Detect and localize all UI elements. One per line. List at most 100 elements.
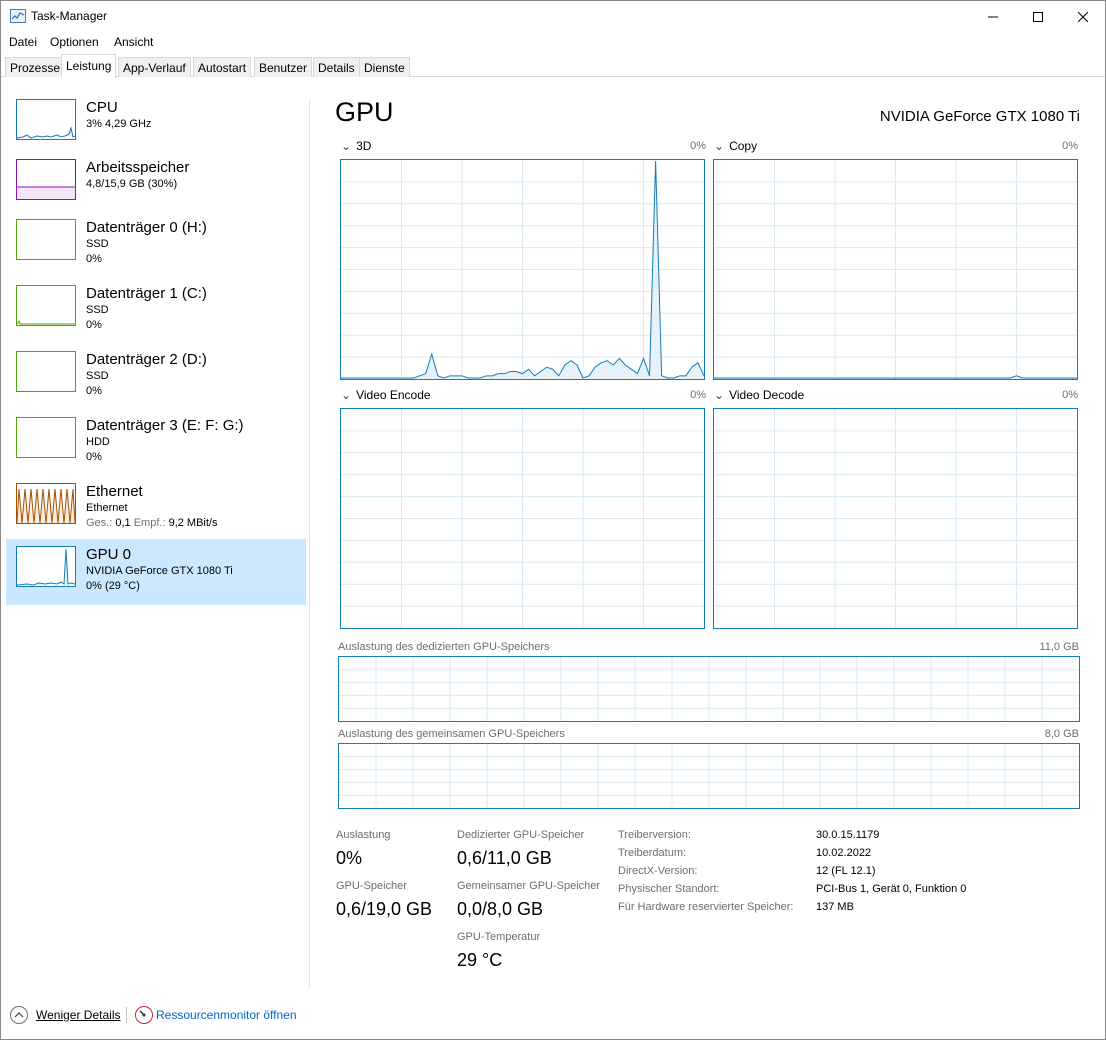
engine-selector-video-encode[interactable]: ⌄ Video Encode	[341, 388, 431, 402]
sidebar-item-name: Datenträger 3 (E: F: G:)	[86, 417, 244, 434]
tab-prozesse[interactable]: Prozesse	[5, 57, 66, 77]
task-manager-icon	[10, 9, 26, 23]
tab-autostart[interactable]: Autostart	[193, 57, 252, 77]
driver-date-key: Treiberdatum:	[618, 847, 687, 859]
sidebar-item-name: Datenträger 2 (D:)	[86, 351, 207, 368]
sidebar-item-detail: SSD	[86, 238, 109, 250]
shared-memory-stat-value: 0,0/8,0 GB	[457, 899, 544, 919]
engine-label: Video Encode	[356, 388, 431, 402]
menu-optionen[interactable]: Optionen	[50, 35, 99, 49]
graph-video-encode	[340, 408, 705, 629]
open-resource-monitor-link[interactable]: Ressourcenmonitor öffnen	[156, 1008, 297, 1022]
memory-graph-icon	[16, 159, 76, 200]
tab-leistung[interactable]: Leistung	[61, 54, 117, 78]
footer: Weniger Details Ressourcenmonitor öffnen	[1, 1001, 1105, 1031]
graph-shared-svg	[339, 744, 1079, 808]
tab-benutzer[interactable]: Benutzer	[254, 57, 313, 77]
disk-graph-icon	[16, 351, 76, 392]
engine-label: 3D	[356, 139, 372, 153]
tab-details[interactable]: Details	[313, 57, 360, 77]
sidebar-item-name: GPU 0	[86, 546, 132, 563]
resource-monitor-icon[interactable]	[135, 1006, 153, 1024]
dedicated-memory-max: 11,0 GB	[1039, 641, 1079, 653]
chevron-down-icon: ⌄	[714, 139, 725, 153]
collapse-icon[interactable]	[10, 1006, 28, 1024]
footer-divider	[126, 1007, 127, 1023]
graph-encode-svg	[341, 409, 704, 628]
dedicated-memory-stat-value: 0,6/11,0 GB	[457, 848, 552, 868]
sidebar-item-detail: SSD	[86, 304, 109, 316]
shared-memory-max: 8,0 GB	[1044, 728, 1079, 740]
directx-version-key: DirectX-Version:	[618, 865, 698, 877]
graph-copy	[713, 159, 1078, 380]
sidebar-divider	[309, 98, 310, 988]
reserved-memory-key: Für Hardware reservierter Speicher:	[618, 901, 794, 913]
sidebar-item-detail: 3% 4,29 GHz	[86, 118, 152, 130]
sidebar-item-name: CPU	[86, 99, 118, 116]
chevron-down-icon: ⌄	[341, 388, 352, 402]
engine-percent: 0%	[1062, 140, 1078, 152]
physical-location-value: PCI-Bus 1, Gerät 0, Funktion 0	[816, 883, 967, 895]
tab-bar: Prozesse Leistung App-Verlauf Autostart …	[1, 54, 1105, 78]
engine-label: Video Decode	[729, 388, 805, 402]
engine-selector-3d[interactable]: ⌄ 3D	[341, 139, 371, 153]
engine-percent: 0%	[1062, 389, 1078, 401]
engine-percent: 0%	[690, 140, 706, 152]
chevron-down-icon: ⌄	[341, 139, 352, 153]
graph-3d	[340, 159, 705, 380]
sidebar-item-disk-0[interactable]: Datenträger 0 (H:) SSD 0%	[6, 212, 306, 278]
utilization-label: Auslastung	[336, 829, 391, 841]
sidebar-item-ethernet[interactable]: Ethernet Ethernet Ges.: 0,1 Empf.: 9,2 M…	[6, 476, 306, 542]
less-details-link[interactable]: Weniger Details	[36, 1008, 120, 1022]
shared-memory-stat-label: Gemeinsamer GPU-Speicher	[457, 880, 601, 892]
sidebar-item-disk-2[interactable]: Datenträger 2 (D:) SSD 0%	[6, 344, 306, 410]
sidebar-item-disk-1[interactable]: Datenträger 1 (C:) SSD 0%	[6, 278, 306, 344]
receive-label: Empf.:	[133, 517, 166, 529]
sidebar-item-detail: Ethernet	[86, 502, 128, 514]
menu-ansicht[interactable]: Ansicht	[114, 35, 153, 49]
sidebar-item-detail: SSD	[86, 370, 109, 382]
close-button[interactable]	[1060, 1, 1106, 32]
cpu-graph-icon	[16, 99, 76, 140]
sidebar-item-usage: 0%	[86, 253, 102, 265]
menu-datei[interactable]: Datei	[9, 35, 37, 49]
ethernet-graph-icon	[16, 483, 76, 524]
sidebar-item-name: Datenträger 1 (C:)	[86, 285, 207, 302]
sidebar-item-name: Arbeitsspeicher	[86, 159, 190, 176]
engine-selector-video-decode[interactable]: ⌄ Video Decode	[714, 388, 804, 402]
sidebar-item-arbeitsspeicher[interactable]: Arbeitsspeicher 4,8/15,9 GB (30%)	[6, 152, 306, 218]
sidebar-item-name: Datenträger 0 (H:)	[86, 219, 207, 236]
gpu-memory-label: GPU-Speicher	[336, 880, 407, 892]
task-manager-window: Task-Manager Datei Optionen Ansicht Proz…	[0, 0, 1106, 1040]
sidebar-item-detail: 4,8/15,9 GB (30%)	[86, 178, 178, 190]
sidebar-item-disk-3[interactable]: Datenträger 3 (E: F: G:) HDD 0%	[6, 410, 306, 476]
sidebar-item-usage: 0%	[86, 451, 102, 463]
minimize-button[interactable]	[970, 1, 1016, 32]
maximize-button[interactable]	[1015, 1, 1061, 32]
graph-3d-svg	[341, 160, 704, 379]
disk-graph-icon	[16, 219, 76, 260]
tab-app-verlauf[interactable]: App-Verlauf	[118, 57, 191, 77]
sidebar-item-usage: 0% (29 °C)	[86, 580, 140, 592]
graph-shared-memory	[338, 743, 1080, 809]
sidebar-item-gpu-0[interactable]: GPU 0 NVIDIA GeForce GTX 1080 Ti 0% (29 …	[6, 539, 306, 605]
title-bar[interactable]: Task-Manager	[1, 1, 1105, 32]
graph-decode-svg	[714, 409, 1077, 628]
graph-copy-svg	[714, 160, 1077, 379]
sidebar-item-usage: 0%	[86, 385, 102, 397]
driver-date-value: 10.02.2022	[816, 847, 872, 859]
sidebar-item-cpu[interactable]: CPU 3% 4,29 GHz	[6, 92, 306, 158]
tab-dienste[interactable]: Dienste	[359, 57, 410, 77]
driver-version-value: 30.0.15.1179	[816, 829, 880, 841]
gpu-temperature-label: GPU-Temperatur	[457, 931, 541, 943]
graph-dedicated-svg	[339, 657, 1079, 721]
sidebar-item-name: Ethernet	[86, 483, 143, 500]
shared-memory-label: Auslastung des gemeinsamen GPU-Speichers	[338, 728, 565, 740]
directx-version-value: 12 (FL 12.1)	[816, 865, 876, 877]
dedicated-memory-stat-label: Dedizierter GPU-Speicher	[457, 829, 585, 841]
maximize-icon	[1033, 11, 1043, 22]
engine-selector-copy[interactable]: ⌄ Copy	[714, 139, 757, 153]
sidebar: CPU 3% 4,29 GHz Arbeitsspeicher 4,8/15,9…	[1, 78, 309, 988]
send-label: Ges.:	[86, 517, 113, 529]
gpu-memory-value: 0,6/19,0 GB	[336, 899, 433, 919]
